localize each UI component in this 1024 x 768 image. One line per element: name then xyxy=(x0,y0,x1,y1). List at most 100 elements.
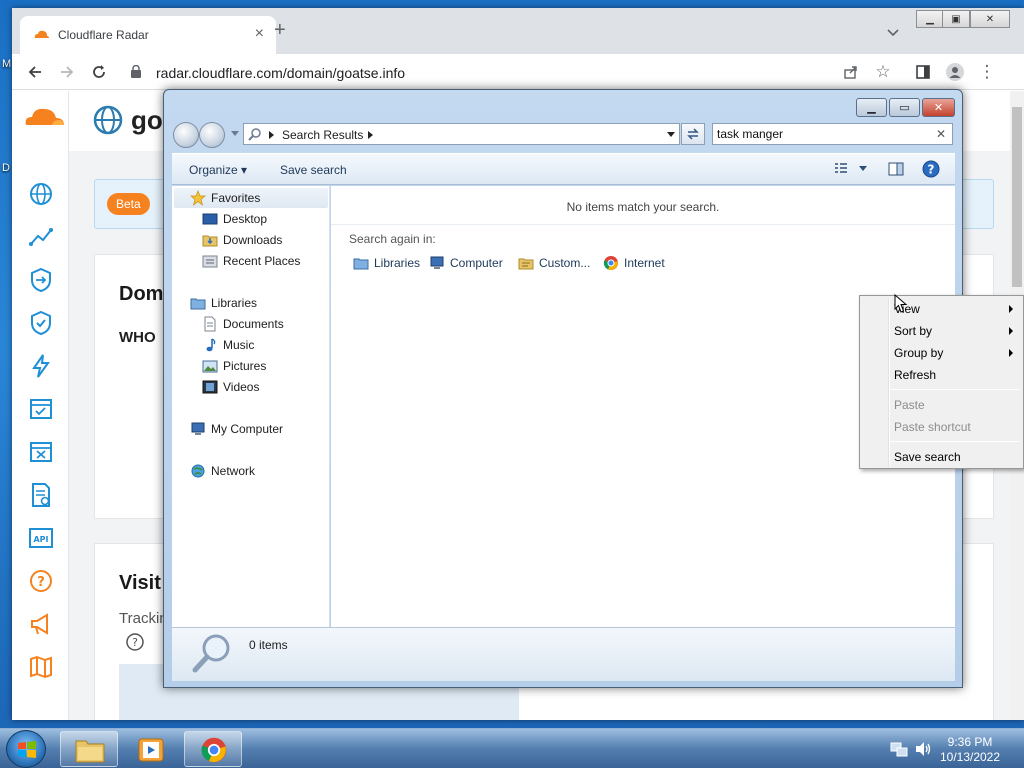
results-divider xyxy=(331,224,955,225)
beta-badge: Beta xyxy=(107,193,150,215)
network-globe-icon xyxy=(191,464,205,478)
computer-icon xyxy=(430,256,444,269)
address-dropdown-icon[interactable] xyxy=(667,132,675,138)
chrome-restore-button[interactable]: ▣ xyxy=(942,10,970,28)
breadcrumb-arrow-icon[interactable] xyxy=(269,131,274,139)
chrome-minimize-button[interactable]: ▁ xyxy=(916,10,944,28)
item-count: 0 items xyxy=(249,638,288,652)
megaphone-icon[interactable] xyxy=(28,611,54,637)
nav-desktop-label: Desktop xyxy=(223,212,268,226)
menu-item-sort-by[interactable]: Sort by xyxy=(862,320,1021,342)
url-scanner-icon[interactable] xyxy=(28,396,54,422)
reload-icon[interactable] xyxy=(90,63,108,81)
nav-videos[interactable]: Videos xyxy=(202,377,259,397)
taskbar-explorer[interactable] xyxy=(60,731,118,767)
nav-favorites-label: Favorites xyxy=(211,191,261,205)
libraries-icon xyxy=(353,258,369,270)
help-icon[interactable]: ? xyxy=(28,568,54,594)
map-icon[interactable] xyxy=(28,654,54,680)
nav-desktop[interactable]: Desktop xyxy=(202,209,267,229)
cloudflare-logo-icon[interactable] xyxy=(22,103,66,129)
breadcrumb-arrow-icon[interactable] xyxy=(368,131,373,139)
breadcrumb-search-results[interactable]: Search Results xyxy=(282,128,363,142)
search-magnifier-icon xyxy=(192,634,230,673)
nav-videos-label: Videos xyxy=(223,380,260,394)
nav-network[interactable]: Network xyxy=(190,461,255,481)
page-scrollbar-thumb[interactable] xyxy=(1012,107,1022,287)
system-clock[interactable]: 9:36 PM 10/13/2022 xyxy=(930,735,1010,765)
address-bar[interactable]: Search Results xyxy=(243,123,680,145)
nav-recent-places[interactable]: Recent Places xyxy=(202,251,300,271)
side-panel-icon[interactable] xyxy=(914,63,932,81)
info-help-icon[interactable]: ? xyxy=(125,632,145,652)
view-dropdown-icon[interactable] xyxy=(859,166,867,172)
view-options-icon[interactable] xyxy=(834,162,848,176)
forward-button[interactable] xyxy=(199,122,225,148)
help-icon[interactable]: ? xyxy=(922,160,940,178)
nav-my-computer-label: My Computer xyxy=(211,422,284,436)
nav-pictures-label: Pictures xyxy=(223,359,267,373)
tab-close-icon[interactable]: × xyxy=(255,25,264,43)
trend-chart-icon[interactable] xyxy=(28,224,54,250)
www-globe-icon xyxy=(93,105,123,135)
share-icon[interactable] xyxy=(842,63,860,81)
back-arrow-icon[interactable] xyxy=(26,63,44,81)
menu-item-view[interactable]: View xyxy=(862,298,1021,320)
menu-item-paste-shortcut: Paste shortcut xyxy=(862,416,1021,438)
clear-search-icon[interactable]: ✕ xyxy=(936,127,946,141)
bookmark-star-icon[interactable]: ☆ xyxy=(874,62,892,81)
nav-my-computer[interactable]: My Computer xyxy=(190,419,283,439)
explorer-maximize-button[interactable]: ▭ xyxy=(889,98,920,117)
chrome-icon xyxy=(603,256,618,270)
address-bar[interactable]: radar.cloudflare.com/domain/goatse.info xyxy=(120,58,820,86)
save-search-button[interactable]: Save search xyxy=(280,163,347,177)
preview-pane-icon[interactable] xyxy=(888,162,904,176)
taskbar-media-player[interactable] xyxy=(122,731,180,767)
search-again-internet[interactable]: Internet xyxy=(603,254,665,272)
report-document-icon[interactable] xyxy=(28,482,54,508)
menu-item-save-search[interactable]: Save search xyxy=(862,446,1021,468)
nav-pictures[interactable]: Pictures xyxy=(202,356,266,376)
svg-text:API: API xyxy=(33,535,48,544)
organize-button[interactable]: Organize ▾ xyxy=(189,163,247,177)
explorer-minimize-button[interactable]: ▁ xyxy=(856,98,887,117)
taskbar-chrome[interactable] xyxy=(184,731,242,767)
menu-item-group-by[interactable]: Group by xyxy=(862,342,1021,364)
search-again-computer[interactable]: Computer xyxy=(429,254,503,272)
security-shield-icon[interactable] xyxy=(28,310,54,336)
chrome-close-button[interactable]: ✕ xyxy=(970,10,1010,28)
nav-libraries[interactable]: Libraries xyxy=(190,293,257,313)
nav-libraries-label: Libraries xyxy=(211,296,258,310)
menu-item-refresh[interactable]: Refresh xyxy=(862,364,1021,386)
nav-downloads[interactable]: Downloads xyxy=(202,230,282,250)
refresh-button[interactable] xyxy=(681,123,705,145)
lock-icon xyxy=(131,65,141,78)
nav-favorites[interactable]: Favorites xyxy=(190,188,260,208)
nav-documents[interactable]: Documents xyxy=(202,314,284,334)
recent-pages-chevron-icon[interactable] xyxy=(231,131,239,137)
api-icon[interactable]: API xyxy=(28,525,54,551)
routing-shield-icon[interactable] xyxy=(28,267,54,293)
whois-heading: WHO xyxy=(119,329,156,346)
forward-arrow-icon[interactable] xyxy=(58,63,76,81)
back-button[interactable] xyxy=(173,122,199,148)
kebab-menu-icon[interactable]: ⋮ xyxy=(978,62,996,81)
tab-search-chevron-icon[interactable] xyxy=(886,26,900,40)
lightning-icon[interactable] xyxy=(28,353,54,379)
explorer-close-button[interactable]: ✕ xyxy=(922,98,955,117)
blocked-window-icon[interactable] xyxy=(28,439,54,465)
nav-music[interactable]: Music xyxy=(202,335,254,355)
search-again-custom[interactable]: Custom... xyxy=(518,254,590,272)
search-box[interactable]: ✕ xyxy=(712,123,953,145)
network-tray-icon[interactable] xyxy=(890,741,908,757)
globe-icon[interactable] xyxy=(28,181,54,207)
new-tab-icon[interactable]: + xyxy=(274,20,286,40)
desktop-icon xyxy=(202,213,218,225)
libraries-icon xyxy=(190,298,206,310)
menu-item-label: Save search xyxy=(894,450,961,464)
profile-avatar-icon[interactable] xyxy=(946,63,964,81)
tab-cloudflare-radar[interactable]: Cloudflare Radar × xyxy=(20,16,276,54)
search-input[interactable] xyxy=(717,126,927,142)
start-button[interactable] xyxy=(6,730,46,768)
search-again-libraries[interactable]: Libraries xyxy=(353,254,420,272)
